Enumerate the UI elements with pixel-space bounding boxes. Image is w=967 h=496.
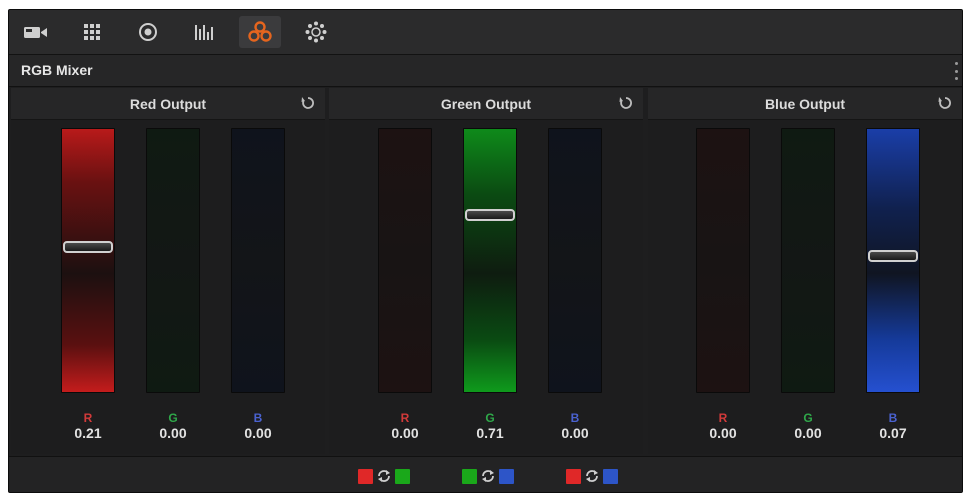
green-output-r-slider[interactable]	[378, 128, 432, 393]
swap-icon	[482, 470, 494, 482]
green-output-g-handle[interactable]	[465, 209, 515, 221]
camera-raw-icon	[24, 27, 47, 38]
red-output-header: Red Output	[11, 88, 325, 120]
green-output-header: Green Output	[329, 88, 643, 120]
channel-swap-bar	[9, 456, 962, 492]
color-wheels-button[interactable]	[127, 16, 169, 48]
red-output-g-slider[interactable]	[146, 128, 200, 393]
red-output-b-label: B	[253, 411, 263, 425]
blue-output-r-slider[interactable]	[696, 128, 750, 393]
green-swatch	[462, 468, 477, 484]
green-output-b-slider[interactable]	[548, 128, 602, 393]
rgb-mixer-tab-icon	[195, 25, 213, 40]
blue-output-r-label: R	[718, 411, 728, 425]
palette-toolbar	[9, 10, 962, 55]
red-output-g-label: G	[168, 411, 178, 425]
rgb-mixer-panel: RGB Mixer Red Output R G B 0.21 0.00 0.0…	[8, 9, 963, 493]
green-output-section: Green Output R G B 0.00 0.71 0.00	[329, 88, 643, 454]
blue-swatch	[603, 468, 618, 484]
blue-output-b-label: B	[888, 411, 898, 425]
red-output-r-slider[interactable]	[61, 128, 115, 393]
reset-green-output-icon[interactable]	[619, 96, 633, 110]
camera-raw-button[interactable]	[15, 16, 57, 48]
green-output-r-label: R	[400, 411, 410, 425]
rgb-parade-button[interactable]	[183, 16, 225, 48]
rgb-mixer-button[interactable]	[239, 16, 281, 48]
panel-title: RGB Mixer	[21, 62, 93, 78]
blue-output-title: Blue Output	[764, 96, 846, 112]
green-output-b-value[interactable]: 0.00	[545, 425, 605, 441]
green-output-g-slider[interactable]	[463, 128, 517, 393]
red-output-b-slider[interactable]	[231, 128, 285, 393]
curves-button[interactable]	[295, 16, 337, 48]
red-output-b-value[interactable]: 0.00	[228, 425, 288, 441]
green-output-title: Green Output	[440, 96, 532, 112]
reset-blue-output-icon[interactable]	[938, 96, 952, 110]
red-output-title: Red Output	[129, 96, 207, 112]
green-output-r-value[interactable]: 0.00	[375, 425, 435, 441]
output-columns: Red Output R G B 0.21 0.00 0.00 Green Ou…	[11, 88, 962, 454]
motion-effects-icon	[248, 21, 272, 42]
blue-output-g-label: G	[803, 411, 813, 425]
swap-icon	[378, 470, 390, 482]
reset-red-output-icon[interactable]	[301, 96, 315, 110]
color-wheels-icon	[139, 23, 157, 41]
red-output-r-label: R	[83, 411, 93, 425]
blue-output-header: Blue Output	[648, 88, 962, 120]
more-options-icon[interactable]	[954, 62, 958, 80]
swap-red-blue-button[interactable]	[566, 467, 618, 485]
blue-output-g-value[interactable]: 0.00	[778, 425, 838, 441]
red-swatch	[358, 468, 373, 484]
red-output-g-value[interactable]: 0.00	[143, 425, 203, 441]
blue-output-g-slider[interactable]	[781, 128, 835, 393]
blue-output-b-value[interactable]: 0.07	[863, 425, 923, 441]
blue-output-b-slider[interactable]	[866, 128, 920, 393]
blue-output-section: Blue Output R G B 0.00 0.00 0.07	[648, 88, 962, 454]
blue-output-r-value[interactable]: 0.00	[693, 425, 753, 441]
swap-green-blue-button[interactable]	[462, 467, 514, 485]
red-output-r-value[interactable]: 0.21	[58, 425, 118, 441]
color-match-icon	[84, 24, 100, 40]
red-output-section: Red Output R G B 0.21 0.00 0.00	[11, 88, 325, 454]
panel-header: RGB Mixer	[9, 55, 962, 87]
swap-icon	[586, 470, 598, 482]
swap-red-green-button[interactable]	[358, 467, 410, 485]
green-output-g-value[interactable]: 0.71	[460, 425, 520, 441]
blue-swatch	[499, 468, 514, 484]
curves-icon	[305, 21, 327, 43]
green-output-b-label: B	[570, 411, 580, 425]
red-output-r-handle[interactable]	[63, 241, 113, 253]
green-swatch	[395, 468, 410, 484]
blue-output-b-handle[interactable]	[868, 250, 918, 262]
color-match-button[interactable]	[71, 16, 113, 48]
green-output-g-label: G	[485, 411, 495, 425]
red-swatch	[566, 468, 581, 484]
